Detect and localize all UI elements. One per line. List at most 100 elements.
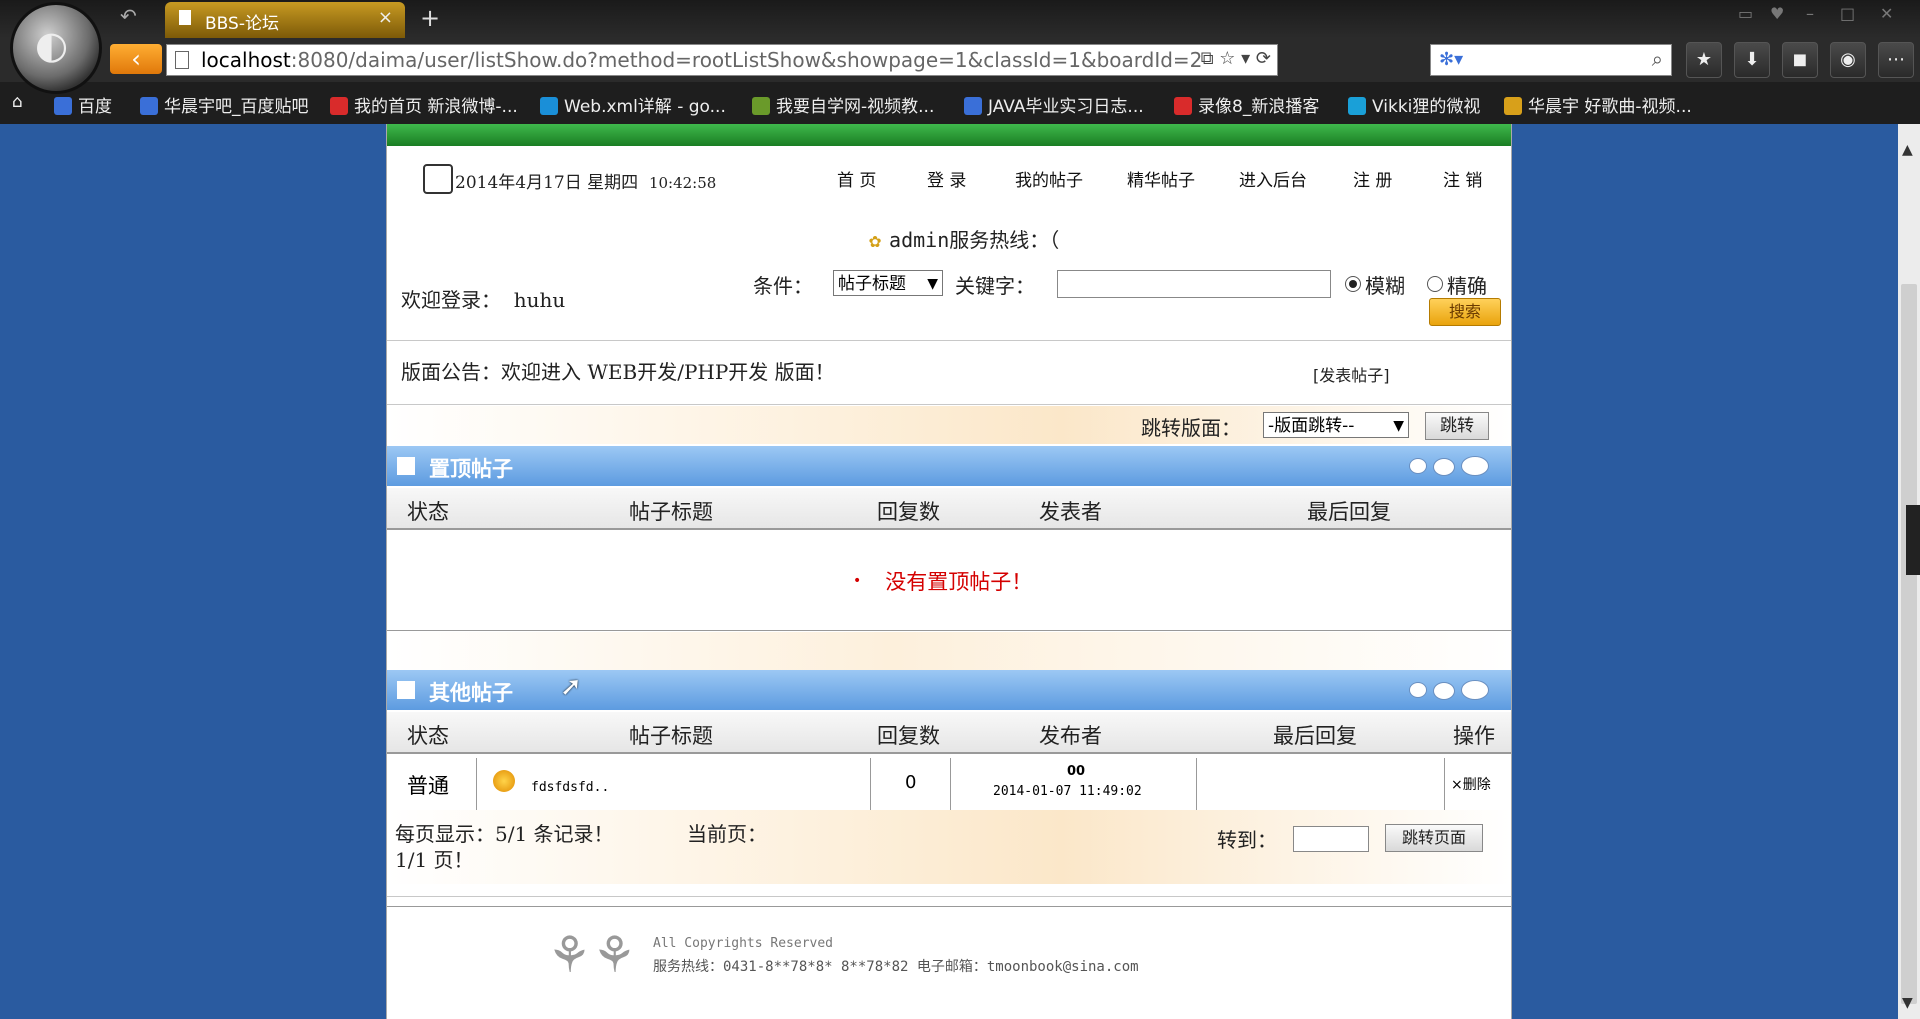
footer-contact: 服务热线：0431-8**78*8* 8**78*82 电子邮箱：tmoonbo… (653, 959, 1139, 975)
post-last-reply-cell (1197, 758, 1445, 810)
col-author: 发表者 (1039, 500, 1102, 524)
col-last-reply: 最后回复 (1273, 724, 1357, 748)
keyword-label: 关键字： (955, 274, 1035, 298)
header-banner-strip (387, 124, 1511, 146)
favorites-icon[interactable]: ★ (1686, 42, 1722, 78)
bookmark-item[interactable]: Web.xml详解 - go... (540, 92, 726, 117)
page-icon (179, 10, 191, 25)
pagination: 每页显示：5/1 条记录！ 当前页： 1/1 页！ 转到： 跳转页面 (387, 810, 1511, 884)
board-notice: 版面公告：欢迎进入 WEB开发/PHP开发 版面！ (401, 360, 835, 384)
menu-icon[interactable]: ⋯ (1878, 42, 1914, 78)
keyword-input[interactable] (1057, 270, 1331, 298)
bookmark-favicon (140, 97, 158, 115)
nav-home[interactable]: 首 页 (837, 166, 876, 191)
minimize-icon[interactable]: – (1806, 4, 1814, 23)
address-tool-icons[interactable]: ⧉ ☆ ▾ ⟳ (1201, 48, 1271, 69)
bookmark-item[interactable]: 录像8_新浪播客 (1174, 92, 1319, 117)
bubble-icon (1461, 680, 1489, 700)
bookmark-item[interactable]: JAVA毕业实习日志... (964, 92, 1144, 117)
post-status-cell: 普通 (387, 758, 477, 810)
undo-close-tab-icon[interactable]: ↶ (120, 4, 137, 28)
top-posts-header: 置顶帖子 (387, 446, 1511, 486)
bookmark-item[interactable]: 我的首页 新浪微博-... (330, 92, 518, 117)
search-icon[interactable]: ⌕ (1652, 47, 1663, 71)
bookmark-label: JAVA毕业实习日志... (988, 97, 1144, 117)
forum-page: 2014年4月17日 星期四 10:42:58 首 页 登 录 我的帖子 精华帖… (386, 124, 1512, 1019)
footer: ⚘⚘ All Copyrights Reserved 服务热线：0431-8**… (387, 908, 1511, 1019)
bookmark-label: Vikki狸的微视 (1372, 97, 1481, 117)
bookmark-item[interactable]: 百度 (54, 92, 112, 117)
condition-select[interactable]: 帖子标题 ▼ (833, 270, 943, 296)
radio-unchecked (1427, 276, 1443, 292)
game-icon[interactable]: ◉ (1830, 42, 1866, 78)
nav-register[interactable]: 注 册 (1353, 166, 1392, 191)
bubble-icon (1433, 682, 1455, 700)
section-square-icon (397, 457, 415, 475)
bookmark-favicon (540, 97, 558, 115)
download-icon[interactable]: ⬇ (1734, 42, 1770, 78)
post-title-link[interactable]: fdsfdsfd.. (531, 780, 609, 795)
col-status: 状态 (407, 724, 449, 748)
bookmark-item[interactable]: 华晨宇吧_百度贴吧 (140, 92, 309, 117)
baidu-paw-icon[interactable]: ✻▾ (1439, 49, 1463, 70)
other-posts-header: 其他帖子 (387, 670, 1511, 710)
other-posts-title: 其他帖子 (429, 681, 513, 705)
home-icon[interactable]: ⌂ (12, 92, 23, 112)
table-row: 普通 fdsfdsfd.. 0 00 2014-01-07 11:49:02 ×删… (387, 758, 1511, 812)
board-jump-button[interactable]: 跳转 (1425, 412, 1489, 440)
close-window-icon[interactable]: ✕ (1880, 4, 1893, 23)
new-post-link[interactable]: [发表帖子] (1313, 362, 1390, 386)
side-panel-handle[interactable] (1906, 505, 1920, 575)
divider (387, 630, 1511, 631)
chevron-down-icon: ▼ (1393, 418, 1404, 434)
col-title: 帖子标题 (629, 500, 713, 524)
back-button[interactable]: ‹ (110, 44, 162, 74)
scroll-thumb[interactable] (1901, 284, 1917, 1004)
exact-radio[interactable]: 精确 (1427, 270, 1487, 299)
post-date: 2014-01-07 11:49:02 (993, 784, 1142, 799)
bubble-icon (1409, 682, 1427, 698)
new-tab-button[interactable]: + (420, 4, 440, 32)
bookmark-item[interactable]: 华晨宇 好歌曲-视频... (1504, 92, 1692, 117)
search-button[interactable]: 搜索 (1429, 298, 1501, 326)
current-page-label: 当前页： (687, 822, 767, 846)
section-square-icon (397, 681, 415, 699)
window-restore-icon[interactable]: ▭ (1738, 4, 1753, 23)
service-hotline: ✿ admin服务热线：（ (869, 224, 1059, 253)
post-author[interactable]: 00 (1067, 764, 1085, 779)
goto-page-input[interactable] (1293, 826, 1369, 852)
empty-message: 没有置顶帖子！ (885, 570, 1033, 594)
browser-logo[interactable]: ◐ (10, 2, 102, 94)
extension-icon[interactable]: ◼ (1782, 42, 1818, 78)
url-text[interactable]: localhost:8080/daima/user/listShow.do?me… (201, 48, 1202, 72)
calendar-clock-icon (423, 164, 453, 194)
address-bar[interactable]: localhost:8080/daima/user/listShow.do?me… (166, 44, 1278, 76)
browser-titlebar: ↶ BBS-论坛 × + ▭ ♥ – □ ✕ (0, 0, 1920, 38)
nav-admin[interactable]: 进入后台 (1239, 166, 1307, 191)
nav-my-posts[interactable]: 我的帖子 (1015, 166, 1083, 191)
tab-title: BBS-论坛 (205, 14, 279, 34)
scroll-up-icon[interactable]: ▲ (1902, 142, 1913, 158)
browser-search-box[interactable]: ✻▾ ⌕ (1430, 44, 1672, 76)
scroll-down-icon[interactable]: ▼ (1902, 995, 1913, 1011)
tab-close-icon[interactable]: × (378, 7, 393, 28)
browser-tab-active[interactable]: BBS-论坛 × (165, 2, 405, 38)
fuzzy-radio[interactable]: 模糊 (1345, 270, 1405, 299)
bookmark-label: Web.xml详解 - go... (564, 97, 726, 117)
footer-copyright: All Copyrights Reserved (653, 936, 834, 951)
goto-page-button[interactable]: 跳转页面 (1385, 824, 1483, 852)
skin-icon[interactable]: ♥ (1770, 4, 1784, 23)
bookmark-item[interactable]: Vikki狸的微视 (1348, 92, 1480, 117)
col-status: 状态 (407, 500, 449, 524)
maximize-icon[interactable]: □ (1840, 4, 1855, 23)
board-jump-select[interactable]: -版面跳转-- ▼ (1263, 412, 1409, 438)
radio-checked (1345, 276, 1361, 292)
bookmark-item[interactable]: 我要自学网-视频教... (752, 92, 934, 117)
page-icon (175, 51, 189, 69)
current-time: 10:42:58 (648, 174, 717, 192)
nav-logout[interactable]: 注 销 (1443, 166, 1482, 191)
nav-login[interactable]: 登 录 (927, 166, 966, 191)
post-action-cell: ×删除 (1445, 758, 1511, 810)
nav-featured-posts[interactable]: 精华帖子 (1127, 166, 1195, 191)
delete-button[interactable]: ×删除 (1451, 774, 1491, 794)
